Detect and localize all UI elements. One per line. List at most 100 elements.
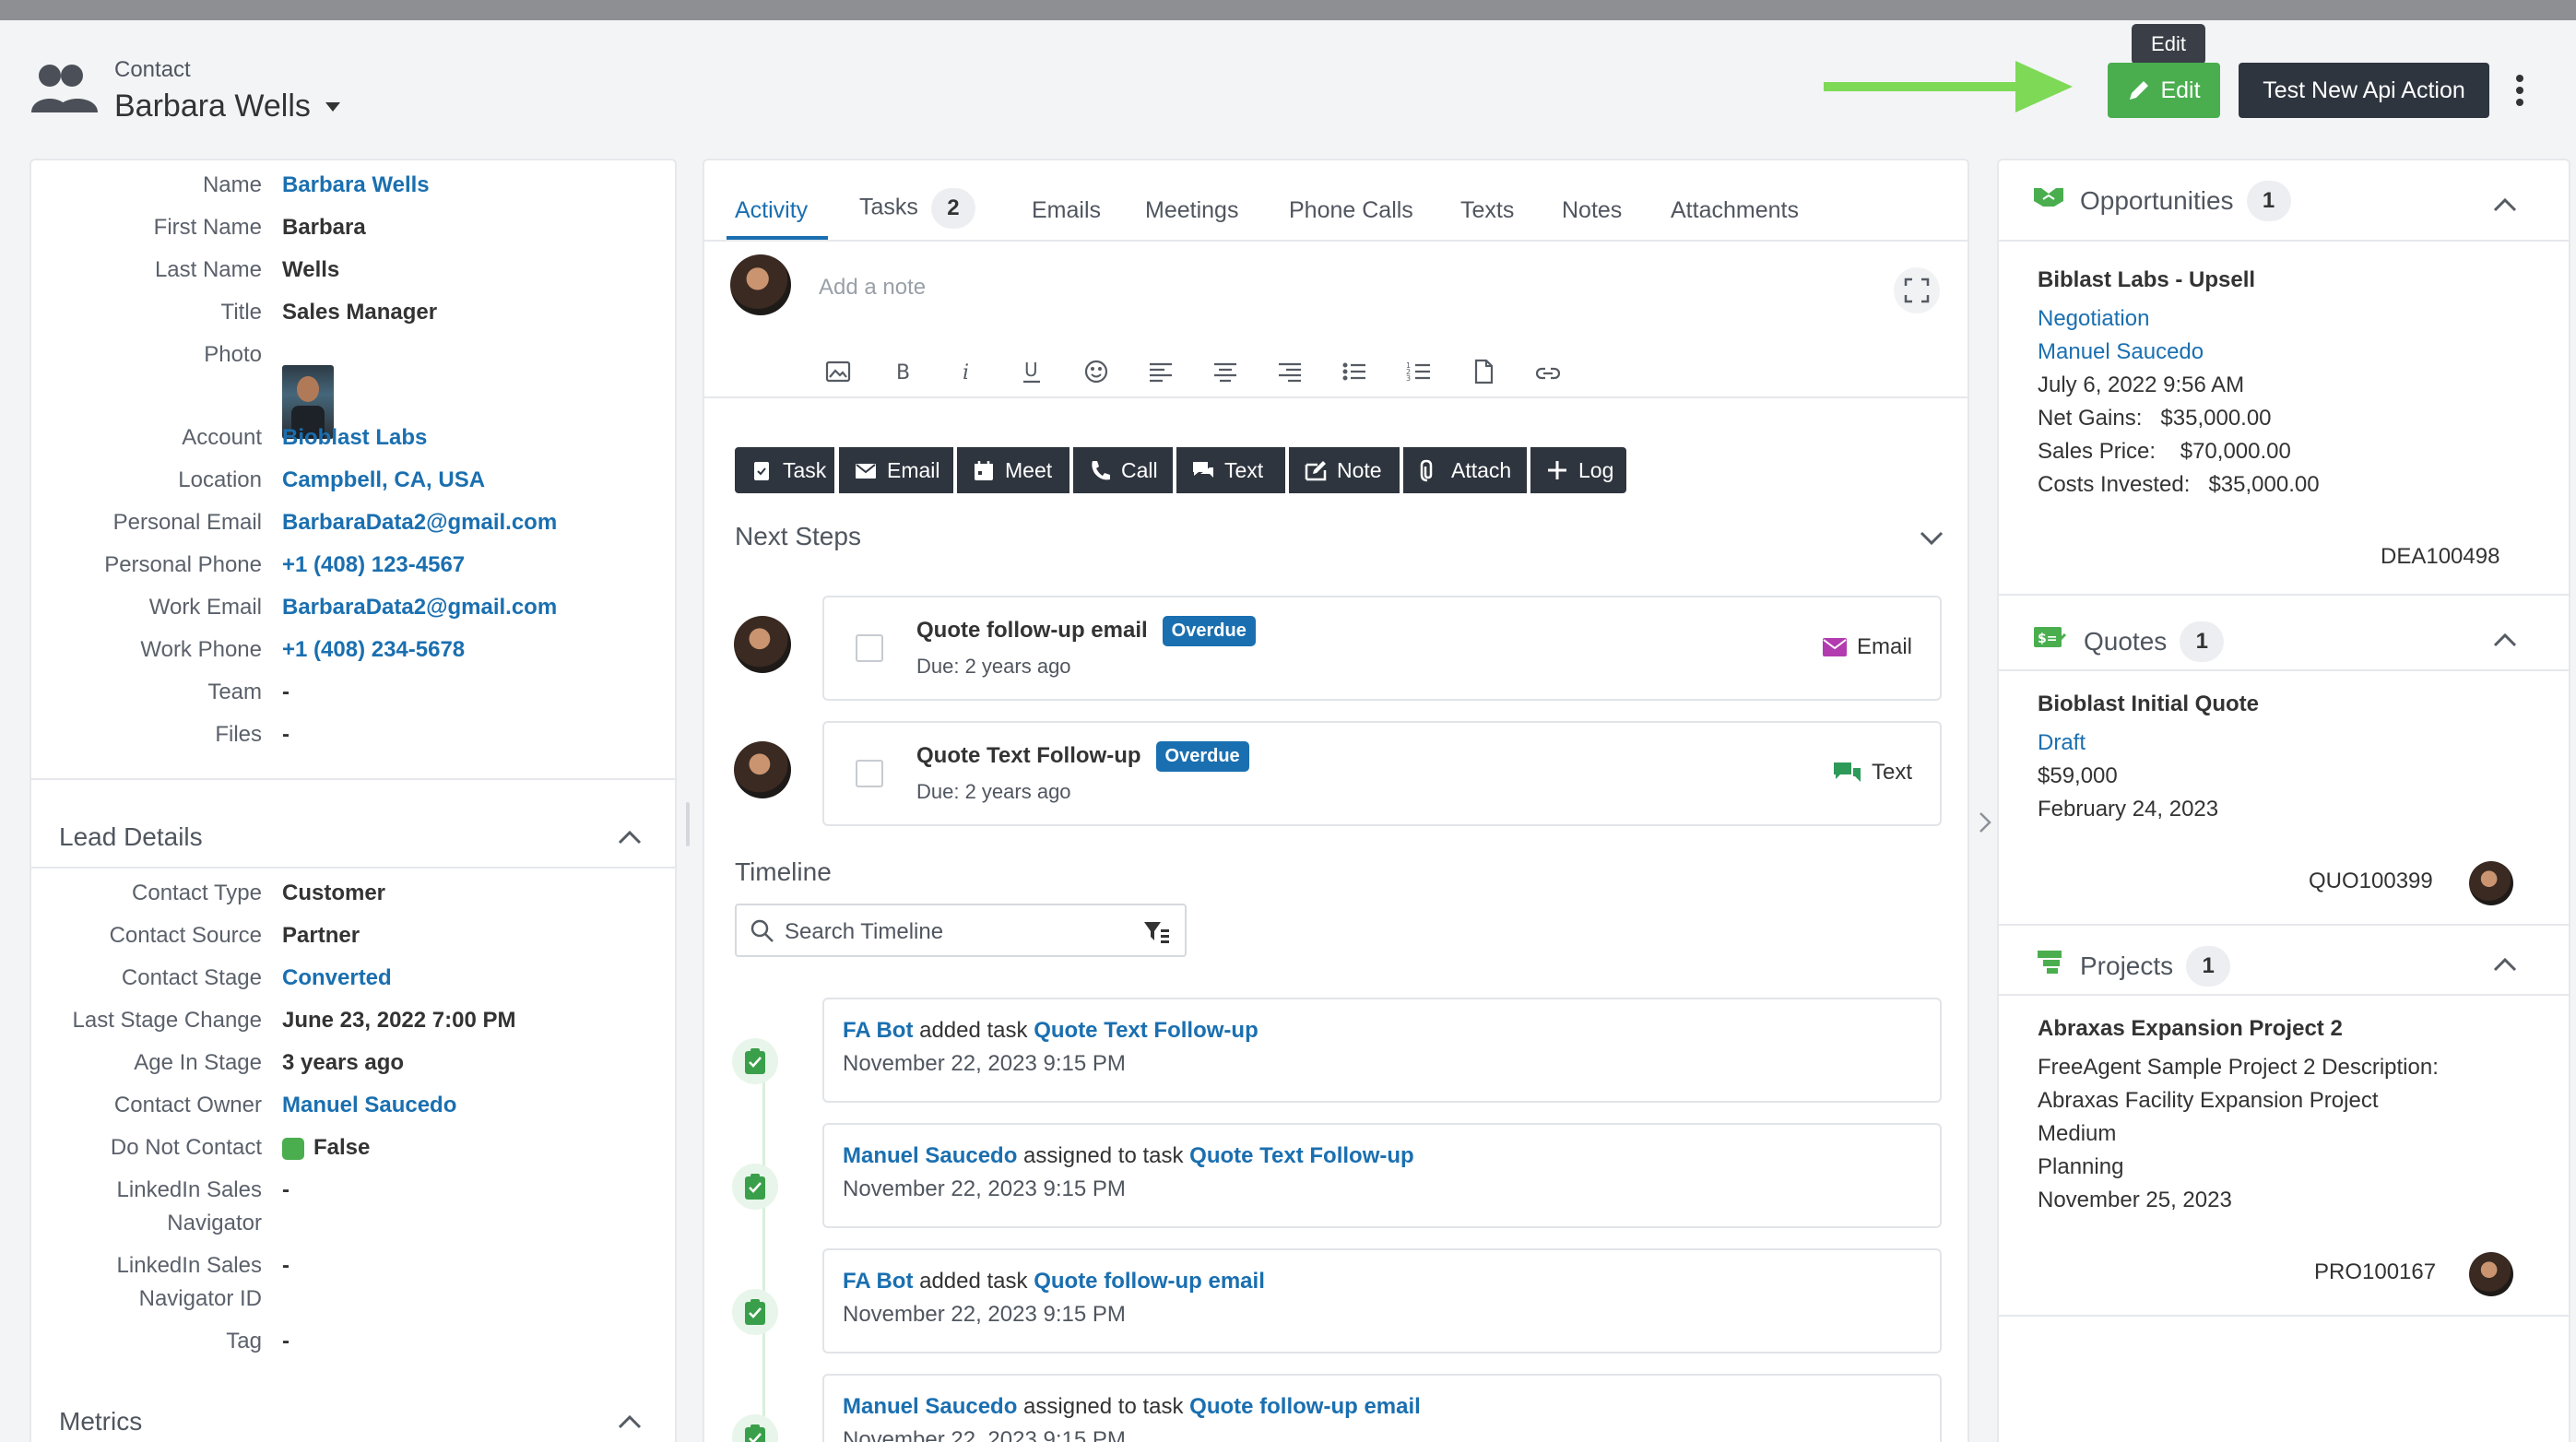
attach-action-button[interactable]: Attach xyxy=(1403,447,1527,493)
field-label: Files xyxy=(215,722,262,747)
timeline-entry: Manuel Saucedo assigned to task Quote Te… xyxy=(822,1123,1942,1228)
field-value[interactable]: +1 (408) 123-4567 xyxy=(282,550,465,581)
tab-tasks[interactable]: Tasks 2 xyxy=(859,188,975,229)
email-action-button[interactable]: Email xyxy=(839,447,953,493)
chevron-up-icon[interactable] xyxy=(2493,957,2517,972)
italic-icon[interactable]: i xyxy=(953,358,981,385)
quote-name[interactable]: Bioblast Initial Quote xyxy=(2038,691,2259,717)
contact-name-dropdown[interactable]: Barbara Wells xyxy=(114,89,342,124)
tab-phone-calls[interactable]: Phone Calls xyxy=(1289,197,1413,224)
task-action-button[interactable]: Task xyxy=(735,447,834,493)
timeline-search-input[interactable]: Search Timeline xyxy=(785,919,943,945)
next-step-card[interactable]: Quote Text Follow-up Overdue Due: 2 years … xyxy=(822,721,1942,826)
text-action-button[interactable]: Text xyxy=(1176,447,1285,493)
next-step-card[interactable]: Quote follow-up email Overdue Due: 2 years… xyxy=(822,596,1942,701)
next-steps-title[interactable]: Next Steps xyxy=(735,522,861,551)
timeline-actor[interactable]: FA Bot xyxy=(843,1269,913,1294)
timeline-target[interactable]: Quote follow-up email xyxy=(1034,1269,1265,1294)
projects-count: 1 xyxy=(2186,946,2231,987)
timeline-entry-text: Manuel Saucedo assigned to task Quote fo… xyxy=(843,1394,1421,1420)
timeline-search[interactable]: Search Timeline xyxy=(735,904,1187,957)
timeline-actor[interactable]: Manuel Saucedo xyxy=(843,1143,1017,1168)
timeline-actor[interactable]: FA Bot xyxy=(843,1018,913,1043)
quote-date: February 24, 2023 xyxy=(2038,797,2219,821)
link-icon[interactable] xyxy=(1534,358,1562,385)
tab-activity[interactable]: Activity xyxy=(735,197,808,224)
more-options-icon[interactable] xyxy=(2515,74,2524,107)
chevron-up-icon[interactable] xyxy=(618,830,642,845)
chevron-down-icon[interactable] xyxy=(1920,531,1944,546)
filter-icon[interactable] xyxy=(1142,918,1170,944)
timeline-entry-text: Manuel Saucedo assigned to task Quote Te… xyxy=(843,1143,1414,1169)
quote-owner-avatar xyxy=(2469,861,2513,905)
meet-icon xyxy=(972,458,996,482)
field-value[interactable]: +1 (408) 234-5678 xyxy=(282,634,465,666)
opportunities-header[interactable]: Opportunities 1 xyxy=(2080,181,2291,221)
file-icon[interactable] xyxy=(1470,358,1497,385)
status-dot xyxy=(282,1138,304,1160)
timeline-target[interactable]: Quote Text Follow-up xyxy=(1189,1143,1414,1168)
tab-notes[interactable]: Notes xyxy=(1562,197,1622,224)
chevron-up-icon[interactable] xyxy=(2493,197,2517,212)
call-action-button[interactable]: Call xyxy=(1073,447,1173,493)
bold-icon[interactable]: B xyxy=(889,358,916,385)
tab-texts[interactable]: Texts xyxy=(1460,197,1514,224)
task-title[interactable]: Quote Text Follow-up xyxy=(916,743,1141,768)
opportunity-name[interactable]: Biblast Labs - Upsell xyxy=(2038,267,2255,293)
note-action-button[interactable]: Note xyxy=(1289,447,1400,493)
bullet-list-icon[interactable] xyxy=(1341,358,1368,385)
meet-action-button[interactable]: Meet xyxy=(957,447,1069,493)
timeline-target[interactable]: Quote follow-up email xyxy=(1189,1394,1421,1419)
quote-icon: $= xyxy=(2032,623,2067,651)
note-input[interactable]: Add a note xyxy=(819,275,926,301)
quote-status[interactable]: Draft xyxy=(2038,730,2086,756)
underline-icon[interactable]: U xyxy=(1018,358,1046,385)
edit-button[interactable]: Edit xyxy=(2108,63,2220,118)
svg-text:$=: $= xyxy=(2038,632,2057,646)
timeline-target[interactable]: Quote Text Follow-up xyxy=(1034,1018,1258,1043)
emoji-icon[interactable] xyxy=(1082,358,1110,385)
field-value[interactable]: Converted xyxy=(282,963,392,994)
field-label: Contact Type xyxy=(132,881,262,905)
tab-meetings[interactable]: Meetings xyxy=(1145,197,1238,224)
expand-icon[interactable] xyxy=(1894,267,1940,313)
align-left-icon[interactable] xyxy=(1147,358,1175,385)
task-type: Text xyxy=(1833,760,1912,786)
panel-resize-handle[interactable] xyxy=(686,802,690,846)
chevron-up-icon[interactable] xyxy=(618,1414,642,1429)
quote-amount: $59,000 xyxy=(2038,763,2118,788)
task-due: Due: 2 years ago xyxy=(916,780,1071,803)
field-value[interactable]: Manuel Saucedo xyxy=(282,1090,456,1121)
quotes-header[interactable]: Quotes 1 xyxy=(2084,621,2225,662)
align-center-icon[interactable] xyxy=(1211,358,1239,385)
image-icon[interactable] xyxy=(824,358,852,385)
align-right-icon[interactable] xyxy=(1276,358,1304,385)
field-value[interactable]: BarbaraData2@gmail.com xyxy=(282,592,557,623)
task-title[interactable]: Quote follow-up email xyxy=(916,618,1148,643)
chevron-up-icon[interactable] xyxy=(2493,632,2517,647)
task-checkbox[interactable] xyxy=(856,634,883,662)
numbered-list-icon[interactable]: 123 xyxy=(1405,358,1433,385)
opportunity-owner[interactable]: Manuel Saucedo xyxy=(2038,339,2204,365)
tab-emails[interactable]: Emails xyxy=(1032,197,1101,224)
tab-attachments[interactable]: Attachments xyxy=(1671,197,1799,224)
assignee-avatar xyxy=(734,741,791,798)
log-action-button[interactable]: Log xyxy=(1530,447,1626,493)
timeline-actor[interactable]: Manuel Saucedo xyxy=(843,1394,1017,1419)
chevron-right-icon[interactable] xyxy=(1979,811,1991,833)
field-label: Team xyxy=(207,680,262,704)
opportunity-stage[interactable]: Negotiation xyxy=(2038,306,2149,332)
project-status: Planning xyxy=(2038,1154,2124,1179)
task-checkbox[interactable] xyxy=(856,760,883,787)
test-api-action-button[interactable]: Test New Api Action xyxy=(2239,63,2489,118)
field-value[interactable]: BarbaraData2@gmail.com xyxy=(282,507,557,538)
field-value[interactable]: Campbell, CA, USA xyxy=(282,465,485,496)
projects-header[interactable]: Projects 1 xyxy=(2080,946,2231,987)
metrics-title[interactable]: Metrics xyxy=(59,1407,142,1436)
timeline-action: assigned to task xyxy=(1017,1394,1190,1419)
field-value[interactable]: Bioblast Labs xyxy=(282,422,427,454)
lead-details-title[interactable]: Lead Details xyxy=(59,822,203,852)
field-value[interactable]: Barbara Wells xyxy=(282,170,430,201)
project-name[interactable]: Abraxas Expansion Project 2 xyxy=(2038,1016,2343,1042)
divider xyxy=(31,778,675,780)
